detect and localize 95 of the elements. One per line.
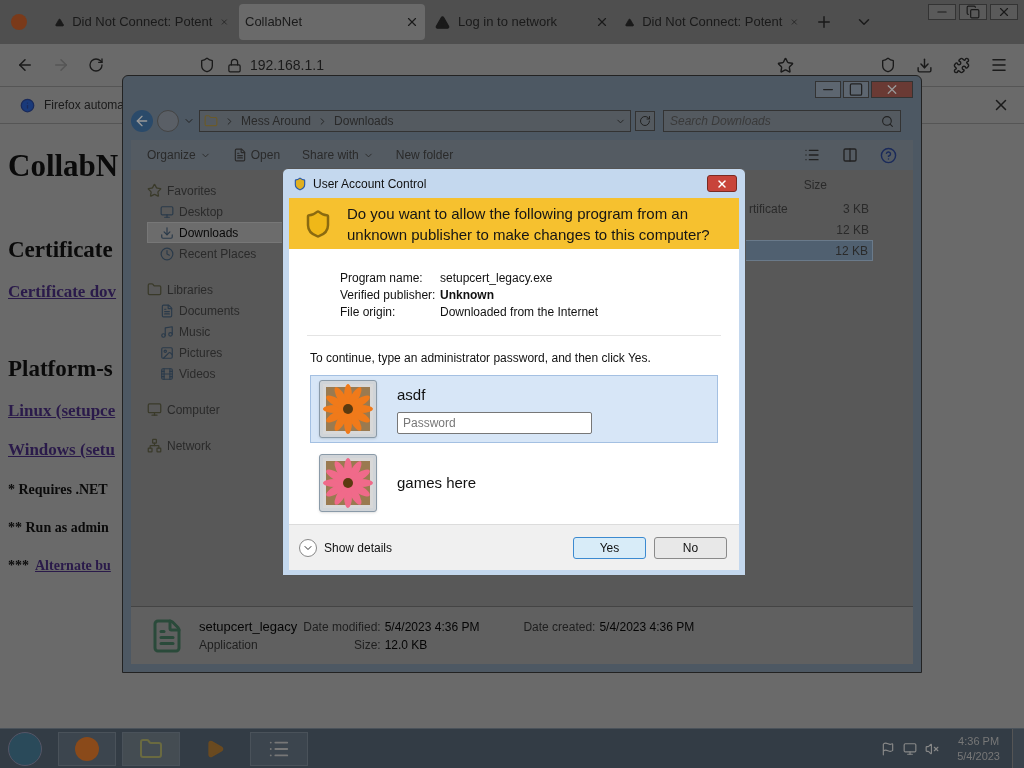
bookmark-star-icon[interactable] [777,56,794,74]
toolbar-button[interactable]: New folder [395,146,454,164]
view-icon[interactable] [804,147,820,163]
field-label: Date created: [523,618,596,636]
preview-pane-icon[interactable] [842,147,858,163]
minimize-icon[interactable] [928,4,956,20]
document-icon [160,303,174,318]
alternate-link[interactable]: Alternate bu [35,557,111,575]
star-icon [147,183,162,198]
download-icon[interactable] [916,56,933,74]
new-tab-icon[interactable] [815,13,833,31]
close-icon[interactable] [405,15,419,29]
folder-icon [204,114,218,128]
nav-item[interactable]: Downloads [147,222,283,243]
shield-icon[interactable] [199,57,215,73]
note-text: ** Run as admin [8,519,110,537]
library-icon [147,282,162,297]
lock-icon[interactable] [227,57,242,73]
film-icon [160,366,174,381]
volume-muted-icon[interactable] [925,741,940,756]
close-icon[interactable] [990,4,1018,20]
open-icon [232,148,247,162]
field-label: Date modified: [303,618,381,636]
toolbar-button[interactable]: Organize [147,146,211,164]
shield-icon [293,176,307,191]
folder-icon [139,736,163,761]
taskbar-app[interactable] [58,731,116,766]
clock-icon [160,246,174,261]
extensions-icon[interactable] [953,56,970,74]
close-button[interactable] [707,175,737,192]
restore-icon[interactable] [959,4,987,20]
info-value: Unknown [440,287,495,304]
info-value: setupcert_legacy.exe [440,270,554,287]
file-row[interactable]: 12 KB [745,240,873,261]
tab-title: CollabNet [245,13,304,32]
clock-date[interactable]: 5/4/2023 [957,748,1000,764]
show-details-link[interactable]: Show details [324,538,393,557]
taskbar-app[interactable] [250,731,308,766]
search-icon [881,114,894,128]
password-field[interactable]: Password [397,412,592,435]
dialog-button[interactable]: No [654,536,727,559]
field-value: 12.0 KB [384,637,429,655]
browser-tab[interactable]: CollabNet [239,4,425,40]
clock-time[interactable]: 4:36 PM [958,733,1000,749]
computer-icon [147,402,162,417]
account-name: games here [397,472,477,493]
menu-icon[interactable] [990,56,1008,74]
section-heading: Certificate [8,236,114,264]
dialog-button[interactable]: Yes [573,536,646,559]
window-title: User Account Control [313,175,427,193]
field-label: Size: [352,637,381,655]
account-name: asdf [397,384,427,405]
file-type: Application [199,637,259,655]
reload-icon[interactable] [88,57,104,73]
uac-question: Do you want to allow the following program from an unknown publisher to make changes to this computer? [347,203,711,245]
download-link[interactable]: Windows (setu [8,439,122,461]
media-player-icon [205,738,225,759]
taskbar-app[interactable] [122,731,180,766]
close-icon[interactable] [871,81,913,98]
url-field[interactable]: 192.168.1.1 [250,54,324,76]
flag-icon[interactable] [881,741,896,756]
back-icon[interactable] [131,110,153,132]
music-icon [160,324,174,339]
close-icon[interactable] [595,15,609,29]
info-label: File origin: [340,304,397,321]
close-icon [716,177,728,190]
field-value: 5/4/2023 4:36 PM [384,618,480,636]
instruction-text: To continue, type an administrator password, and then click Yes. [310,350,652,367]
start-button[interactable] [8,731,42,766]
minimize-icon[interactable] [815,81,841,98]
info-icon [20,97,35,113]
download-icon [160,225,174,240]
page-heading: CollabN [8,148,120,184]
toolbar-button[interactable]: Open [232,146,281,164]
file-name: setupcert_legacy [199,617,298,636]
desktop-icon [160,204,174,219]
field-value: 5/4/2023 4:36 PM [599,618,695,636]
show-desktop-button[interactable] [1012,728,1024,768]
back-icon[interactable] [16,56,34,74]
forward-icon[interactable] [157,110,179,132]
account-tile[interactable]: games here [310,449,718,517]
maximize-icon[interactable] [843,81,869,98]
info-value: Downloaded from the Internet [440,304,600,321]
expand-icon[interactable] [299,538,317,557]
help-icon[interactable] [880,146,897,164]
info-label: Program name: [340,270,424,287]
note-marker: *** [8,557,29,575]
download-link[interactable]: Certificate dov [8,281,122,303]
account-tile[interactable]: asdf Password [310,375,718,443]
info-label: Verified publisher: [340,287,437,304]
section-heading: Platform-s [8,355,114,383]
download-link[interactable]: Linux (setupce [8,400,122,422]
picture-icon [160,345,174,360]
refresh-icon[interactable] [635,111,655,131]
note-text: * Requires .NET [8,481,109,499]
